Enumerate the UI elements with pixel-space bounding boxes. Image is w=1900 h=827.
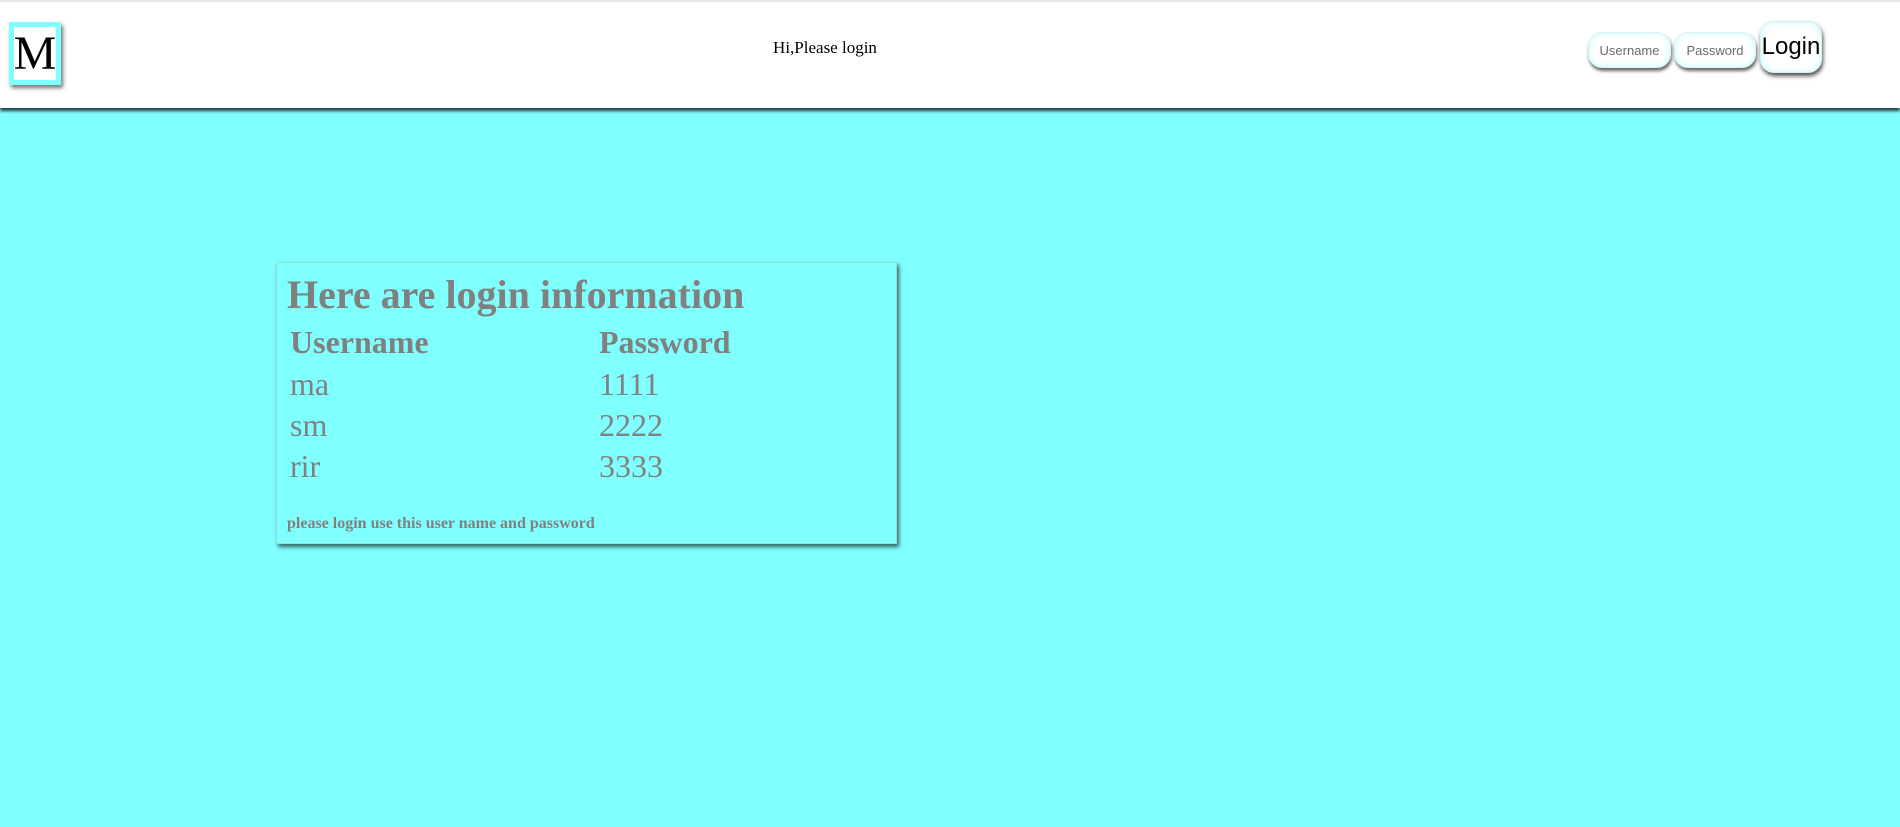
- credentials-table: Username Password ma 1111 sm 2222 rir 33…: [287, 320, 879, 487]
- password-input[interactable]: [1674, 32, 1756, 68]
- password-cell: 1111: [599, 366, 660, 402]
- card-title: Here are login information: [287, 272, 745, 317]
- password-cell: 2222: [599, 407, 663, 443]
- page: M Hi,Please login Login Here are login i…: [0, 0, 1900, 827]
- username-input[interactable]: [1588, 32, 1671, 68]
- table-row: rir 3333: [287, 446, 879, 487]
- top-navbar: M Hi,Please login Login: [0, 0, 1900, 108]
- table-row: sm 2222: [287, 405, 879, 446]
- username-cell: ma: [290, 366, 330, 402]
- card-note: please login use this user name and pass…: [287, 515, 595, 532]
- column-header-username: Username: [290, 323, 429, 360]
- username-cell: rir: [290, 448, 321, 484]
- login-button[interactable]: Login: [1760, 21, 1822, 73]
- greeting-text: Hi,Please login: [773, 38, 877, 57]
- column-header-password: Password: [599, 323, 731, 360]
- logo[interactable]: M: [9, 22, 61, 85]
- password-cell: 3333: [599, 448, 663, 484]
- login-info-card: Here are login information Username Pass…: [276, 262, 897, 544]
- table-row: ma 1111: [287, 364, 879, 405]
- logo-letter: M: [13, 26, 57, 80]
- table-header-row: Username Password: [287, 320, 879, 364]
- username-cell: sm: [290, 407, 328, 443]
